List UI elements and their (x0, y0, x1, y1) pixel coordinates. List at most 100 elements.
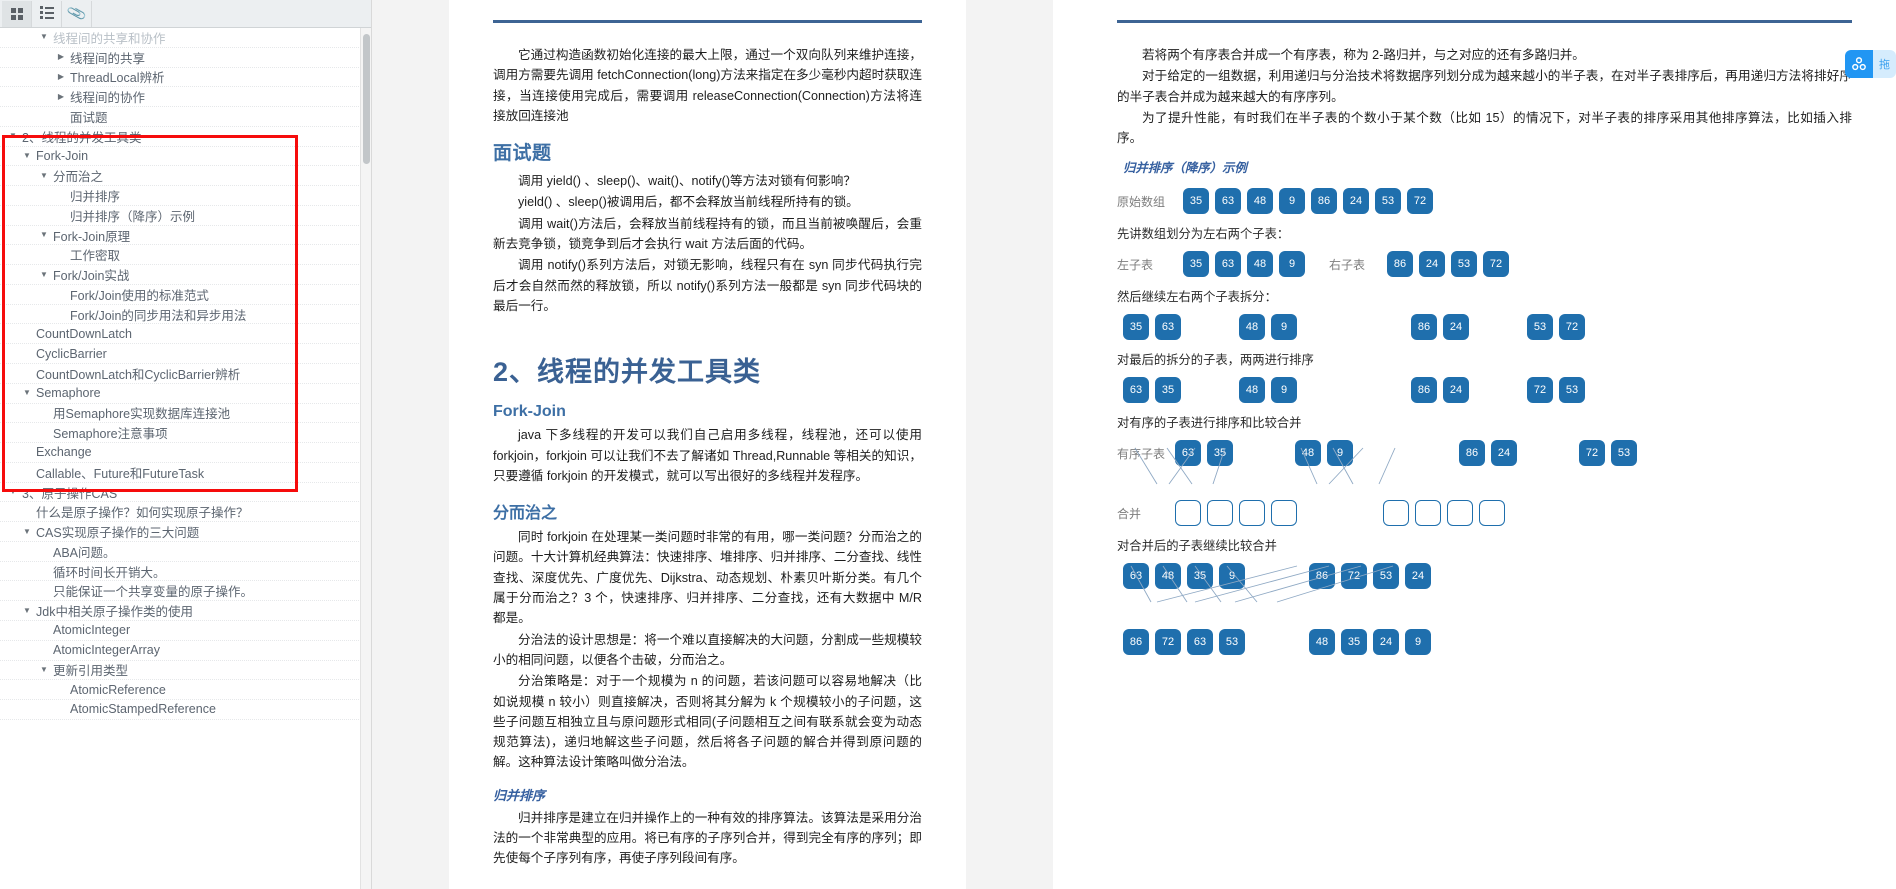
diagram-cell-empty (1383, 500, 1409, 527)
diagram-row: 合并 (1117, 500, 1852, 527)
drag-share-icon[interactable] (1845, 50, 1873, 78)
outline-item[interactable]: ▶ ThreadLocal辨析 (0, 68, 371, 88)
outline-item[interactable]: ▼ 分而治之 (0, 166, 371, 187)
diagram-cell: 63 (1175, 440, 1201, 467)
diagram-cell: 86 (1123, 629, 1149, 656)
outline-item[interactable]: ▼ 2、线程的并发工具类 (0, 127, 371, 147)
outline-item[interactable]: ▼ Semaphore (0, 384, 371, 404)
diagram-label: 右子表 (1329, 257, 1366, 272)
outline-item[interactable]: Fork/Join的同步用法和异步用法 (0, 305, 371, 325)
outline-item[interactable]: CountDownLatch (0, 324, 371, 345)
diagram-cell: 48 (1295, 440, 1321, 467)
outline-item[interactable]: ▼ Jdk中相关原子操作类的使用 (0, 601, 371, 621)
document-page-left: 它通过构造函数初始化连接的最大上限，通过一个双向队列来维护连接，调用方需要先调用… (449, 0, 966, 889)
chevron-down-icon[interactable]: ▼ (20, 606, 34, 615)
outline-item[interactable]: 面试题 (0, 107, 371, 127)
diagram-cell: 48 (1155, 563, 1181, 590)
outline-item[interactable]: Exchange (0, 443, 371, 463)
outline-item[interactable]: ▼ 3、原子操作CAS (0, 483, 371, 503)
diagram-note: 先讲数组划分为左右两个子表： (1117, 227, 1290, 242)
diagram-cell: 35 (1155, 377, 1181, 404)
outline-item[interactable]: CountDownLatch和CyclicBarrier辨析 (0, 364, 371, 384)
outline-item-label: Fork-Join原理 (53, 229, 131, 244)
outline-item[interactable]: Semaphore注意事项 (0, 423, 371, 444)
outline-item[interactable]: ▼ Fork/Join实战 (0, 265, 371, 285)
diagram-cell: 9 (1279, 251, 1305, 278)
diagram-cell-empty (1239, 500, 1265, 527)
outline-item[interactable]: ▼ 线程间的共享和协作 (0, 28, 371, 48)
outline-item[interactable]: ABA问题。 (0, 542, 371, 562)
outline-item[interactable]: AtomicInteger (0, 621, 371, 641)
outline-item[interactable]: AtomicIntegerArray (0, 641, 371, 661)
diagram-cell: 48 (1247, 188, 1273, 215)
chevron-down-icon[interactable]: ▼ (20, 527, 34, 536)
paragraph: 分治法的设计思想是：将一个难以直接解决的大问题，分割成一些规模较小的相同问题，以… (493, 632, 922, 667)
diagram-cell: 9 (1271, 377, 1297, 404)
outline-item[interactable]: 归并排序（降序）示例 (0, 206, 371, 226)
paragraph: 为了提升性能，有时我们在半子表的个数小于某个数（比如 15）的情况下，对半子表的… (1117, 110, 1852, 146)
outline-item[interactable]: 工作密取 (0, 245, 371, 266)
paragraph: 调用 wait()方法后，会释放当前线程持有的锁，而且当前被唤醒后，会重新去竞争… (493, 216, 922, 252)
outline-item-label: 线程间的协作 (70, 91, 146, 106)
outline-item[interactable]: AtomicStampedReference (0, 700, 371, 720)
diagram-row: 63 48 35 9 86 72 53 24 (1117, 563, 1852, 590)
outline-item-label: AtomicReference (70, 682, 166, 697)
outline-item[interactable]: 归并排序 (0, 186, 371, 206)
outline-item-label: 线程间的共享和协作 (53, 31, 166, 46)
chevron-right-icon[interactable]: ▶ (54, 92, 68, 101)
outline-item[interactable]: 只能保证一个共享变量的原子操作。 (0, 581, 371, 602)
diagram-cell: 9 (1219, 563, 1245, 590)
chevron-down-icon[interactable]: ▼ (20, 151, 34, 160)
diagram-cell: 86 (1309, 563, 1335, 590)
outline-item[interactable]: 什么是原子操作？如何实现原子操作？ (0, 502, 371, 523)
outline-item[interactable]: ▼ Fork-Join原理 (0, 226, 371, 246)
outline-item[interactable]: ▼ Fork-Join (0, 147, 371, 167)
page-top-rule (493, 20, 922, 23)
grid-icon (10, 7, 23, 20)
chevron-down-icon[interactable]: ▼ (6, 487, 20, 496)
chevron-down-icon[interactable]: ▼ (37, 171, 51, 180)
page-gutter-left (372, 0, 449, 889)
chevron-down-icon[interactable]: ▼ (6, 132, 20, 140)
outline-item[interactable]: 用Semaphore实现数据库连接池 (0, 404, 371, 424)
floating-drag-widget[interactable]: 拖 (1845, 50, 1896, 78)
sidebar-scrollbar[interactable] (360, 28, 371, 889)
diagram-cell: 63 (1187, 629, 1213, 656)
diagram-row: 35 63 48 9 86 24 53 72 (1117, 314, 1852, 341)
outline-item[interactable]: ▶ 线程间的协作 (0, 87, 371, 108)
outline-item[interactable]: ▼ CAS实现原子操作的三大问题 (0, 522, 371, 542)
outline-item-label: CyclicBarrier (36, 346, 107, 361)
outline-item[interactable]: Callable、Future和FutureTask (0, 463, 371, 483)
attachments-view-button[interactable]: 📎 (62, 0, 92, 27)
outline-item-label: ThreadLocal辨析 (70, 71, 165, 86)
outline-item-label: ABA问题。 (53, 545, 116, 560)
outline-item-label: 3、原子操作CAS (22, 486, 118, 501)
diagram-cell: 86 (1411, 314, 1437, 341)
outline-view-button[interactable] (32, 0, 62, 27)
chevron-right-icon[interactable]: ▶ (54, 72, 68, 81)
outline-item[interactable]: Fork/Join使用的标准范式 (0, 285, 371, 305)
drag-widget-label[interactable]: 拖 (1873, 50, 1896, 78)
sidebar-scrollbar-thumb[interactable] (363, 34, 370, 164)
document-pages-area[interactable]: 它通过构造函数初始化连接的最大上限，通过一个双向队列来维护连接，调用方需要先调用… (372, 0, 1896, 889)
outline-item[interactable]: ▼ 更新引用类型 (0, 661, 371, 681)
chevron-down-icon[interactable]: ▼ (37, 270, 51, 279)
thumbnail-view-button[interactable] (2, 0, 32, 27)
diagram-cell: 63 (1155, 314, 1181, 341)
outline-item[interactable]: 循环时间长开销大。 (0, 562, 371, 582)
outline-item[interactable]: ▶ 线程间的共享 (0, 48, 371, 68)
chevron-down-icon[interactable]: ▼ (37, 231, 51, 239)
chevron-right-icon[interactable]: ▶ (54, 53, 68, 61)
pdf-reader-window: 📎 ▼ 线程间的共享和协作 ▶ 线程间的共享 ▶ ThreadLocal辨析 ▶ 线程间的协作… (0, 0, 1896, 889)
chevron-down-icon[interactable]: ▼ (37, 665, 51, 674)
outline-item-label: CountDownLatch (36, 326, 132, 341)
document-page-right: 若将两个有序表合并成一个有序表，称为 2-路归并，与之对应的还有多路归并。 对于… (1053, 0, 1896, 889)
chevron-down-icon[interactable]: ▼ (20, 389, 34, 397)
chevron-down-icon[interactable]: ▼ (37, 33, 51, 41)
outline-tree[interactable]: ▼ 线程间的共享和协作 ▶ 线程间的共享 ▶ ThreadLocal辨析 ▶ 线程间的协作 面试… (0, 28, 371, 889)
outline-item[interactable]: AtomicReference (0, 680, 371, 701)
outline-item[interactable]: CyclicBarrier (0, 344, 371, 365)
diagram-cell: 86 (1459, 440, 1485, 467)
paragraph: 它通过构造函数初始化连接的最大上限，通过一个双向队列来维护连接，调用方需要先调用… (493, 48, 922, 123)
outline-item-label: Exchange (36, 445, 92, 460)
